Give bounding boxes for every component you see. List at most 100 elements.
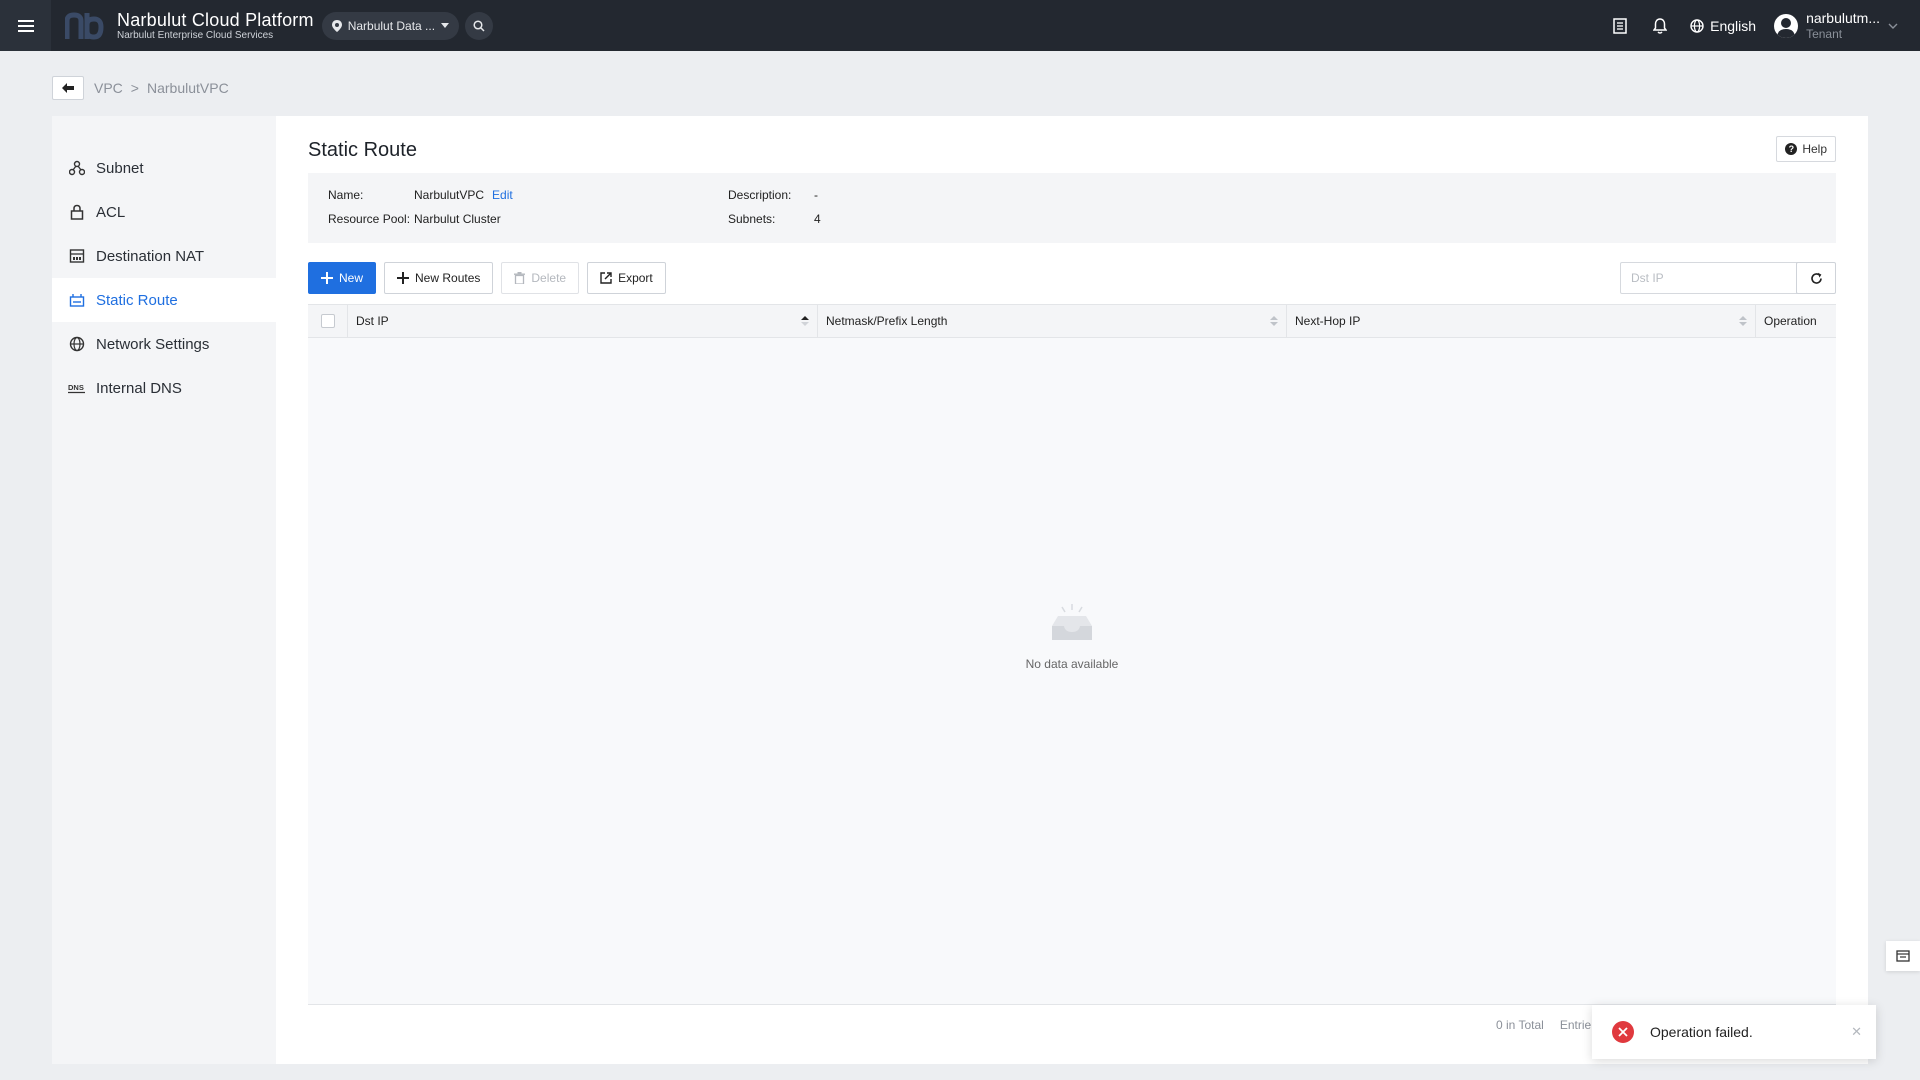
toast-message: Operation failed. [1650,1024,1753,1040]
panel-icon [1896,950,1910,962]
plus-icon [397,272,410,284]
empty-inbox-icon [1052,604,1092,640]
close-icon[interactable]: ✕ [1851,1024,1862,1040]
sidebar-item-label: Destination NAT [96,247,205,265]
help-button[interactable]: ? Help [1776,136,1836,162]
new-button[interactable]: New [308,262,377,294]
new-routes-button[interactable]: New Routes [384,262,494,294]
info-name-row: Name: NarbulutVPC Edit [328,188,513,202]
dst-ip-search [1620,262,1820,294]
entries-per-page[interactable]: Entrie [1560,1018,1591,1032]
sidebar-item-label: Static Route [96,291,178,309]
tasks-button[interactable] [1600,0,1640,51]
lock-icon [68,203,86,221]
export-label: Export [618,271,653,285]
breadcrumb-vpc[interactable]: VPC [94,80,123,96]
menu-toggle-button[interactable] [0,0,51,51]
info-pool-value: Narbulut Cluster [414,212,501,226]
main-content: Static Route ? Help Name: NarbulutVPC Ed… [276,116,1868,1064]
sidebar-item-acl[interactable]: ACL [52,190,276,234]
user-role: Tenant [1806,26,1843,41]
sidebar-item-destination-nat[interactable]: Destination NAT [52,234,276,278]
column-label: Netmask/Prefix Length [826,314,948,328]
new-label: New [339,271,364,285]
export-button[interactable]: Export [587,262,666,294]
page-title: Static Route [308,139,417,161]
datacenter-select[interactable]: Narbulut Data ... [321,11,460,40]
caret-down-icon [441,23,450,28]
total-count: 0 in Total [1496,1018,1544,1032]
column-next-hop-ip[interactable]: Next-Hop IP [1287,305,1756,337]
route-icon [68,291,86,309]
info-subnets-label: Subnets: [728,212,776,226]
static-route-table: Dst IP Netmask/Prefix Length Next-Hop IP… [308,304,1836,1005]
vpc-info-panel: Name: NarbulutVPC Edit Resource Pool: Na… [308,173,1836,243]
side-panel-toggle-button[interactable] [1886,941,1920,971]
global-search-button[interactable] [465,11,494,40]
info-description-label: Description: [728,188,792,202]
column-label: Dst IP [356,314,389,328]
sidebar-item-label: Network Settings [96,335,210,353]
edit-link[interactable]: Edit [492,188,513,202]
info-description-value: - [814,188,818,202]
dst-ip-search-input[interactable] [1631,271,1797,285]
globe-icon [1690,18,1704,33]
select-all-cell [308,305,348,337]
help-label: Help [1802,142,1827,156]
user-name: narbulutm... [1806,9,1880,26]
svg-text:?: ? [1789,144,1795,154]
sidebar-item-subnet[interactable]: Subnet [52,146,276,190]
refresh-icon [1810,272,1822,284]
column-dst-ip[interactable]: Dst IP [348,305,818,337]
select-all-checkbox[interactable] [320,314,335,328]
nat-icon [68,247,86,265]
info-description-row: Description: - [728,188,818,202]
svg-text:DNS: DNS [68,383,84,392]
sort-icon [1270,316,1278,326]
info-subnets-row: Subnets: 4 [728,212,821,226]
user-icon [1777,17,1796,38]
toolbar: New New Routes Delete Export [308,262,666,294]
sidebar-item-label: Subnet [96,159,144,177]
brand: Narbulut Cloud Platform Narbulut Enterpr… [117,10,314,42]
hamburger-icon [17,19,34,32]
sort-icon [1739,316,1747,326]
datacenter-label: Narbulut Data ... [347,18,436,33]
trash-icon [514,272,526,284]
document-list-icon [1613,17,1627,34]
plus-icon [321,272,333,284]
notifications-button[interactable] [1640,0,1680,51]
top-right-actions: English narbulutm... Tenant [1600,0,1920,51]
top-bar: Narbulut Cloud Platform Narbulut Enterpr… [0,0,1920,51]
delete-label: Delete [531,271,567,285]
delete-button[interactable]: Delete [501,262,580,294]
back-button[interactable] [52,76,84,100]
chevron-down-icon [1888,23,1898,29]
sidebar-item-internal-dns[interactable]: DNS Internal DNS [52,366,276,410]
location-pin-icon [331,19,342,32]
search-icon [473,19,485,32]
user-menu[interactable]: narbulutm... Tenant [1766,10,1920,42]
column-operation: Operation [1756,305,1836,337]
arrow-left-icon [62,83,74,93]
column-netmask[interactable]: Netmask/Prefix Length [818,305,1287,337]
column-label: Operation [1764,314,1817,328]
breadcrumb-current: NarbulutVPC [146,80,229,96]
platform-subtitle: Narbulut Enterprise Cloud Services [117,29,274,41]
sidebar-item-static-route[interactable]: Static Route [52,278,276,322]
error-toast: Operation failed. ✕ [1592,1005,1876,1059]
sidebar-item-label: ACL [96,203,126,221]
export-icon [600,272,612,284]
error-icon [1612,1021,1634,1043]
question-circle-icon: ? [1785,143,1798,155]
table-header: Dst IP Netmask/Prefix Length Next-Hop IP… [308,304,1836,338]
info-pool-row: Resource Pool: Narbulut Cluster [328,212,501,226]
new-routes-label: New Routes [415,271,481,285]
sort-ascending-icon [801,316,809,326]
refresh-button[interactable] [1796,262,1836,294]
sidebar-item-network-settings[interactable]: Network Settings [52,322,276,366]
empty-state: No data available [308,604,1836,671]
language-select[interactable]: English [1680,18,1766,34]
dns-icon: DNS [68,379,86,397]
narbulut-logo [65,11,104,40]
